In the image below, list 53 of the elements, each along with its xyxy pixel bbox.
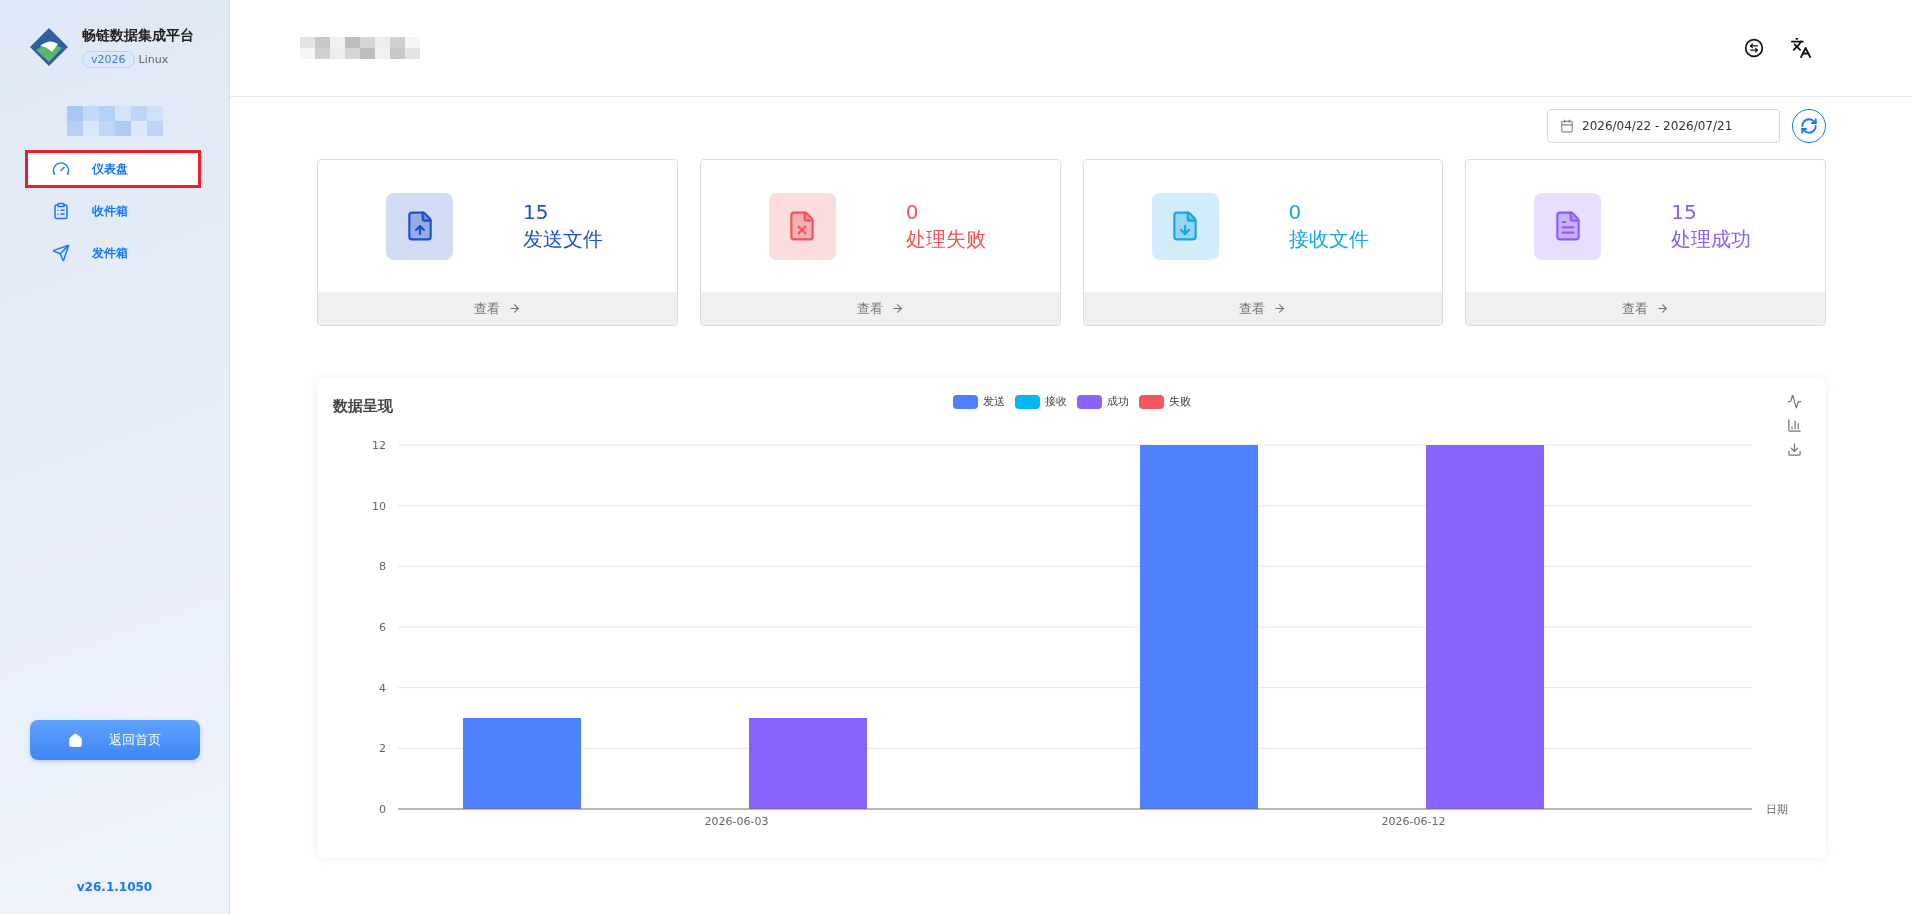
calendar-icon bbox=[1560, 119, 1574, 133]
y-tick-label: 6 bbox=[379, 621, 386, 634]
stat-label: 处理失败 bbox=[905, 225, 986, 253]
y-tick-label: 4 bbox=[379, 681, 386, 695]
bar-chart-icon[interactable] bbox=[1787, 418, 1802, 433]
arrow-right-icon bbox=[890, 302, 904, 315]
arrow-right-icon bbox=[507, 302, 521, 315]
x-tick-label: 2026-06-12 bbox=[1381, 815, 1446, 828]
y-tick-label: 10 bbox=[372, 499, 386, 513]
arrow-right-icon bbox=[1656, 302, 1670, 315]
legend-item[interactable]: 接收 bbox=[1014, 394, 1067, 409]
app-title: 畅链数据集成平台 bbox=[82, 26, 194, 45]
line-chart-icon[interactable] bbox=[1787, 394, 1802, 409]
stat-count: 0 bbox=[905, 199, 920, 224]
nav-item[interactable]: 发件箱 bbox=[25, 234, 201, 272]
stat-label: 处理成功 bbox=[1671, 225, 1752, 253]
refresh-button[interactable] bbox=[1792, 109, 1826, 143]
home-icon bbox=[68, 732, 83, 748]
view-link[interactable]: 查看 bbox=[856, 299, 904, 318]
nav-item[interactable]: 收件箱 bbox=[25, 192, 201, 230]
version-badge: v2026 bbox=[82, 50, 135, 68]
send-icon bbox=[52, 244, 70, 262]
legend-item[interactable]: 发送 bbox=[952, 394, 1005, 409]
x-tick-label: 2026-06-03 bbox=[704, 815, 769, 828]
refresh-icon bbox=[1800, 117, 1818, 135]
y-tick-label: 12 bbox=[372, 439, 386, 452]
inbox-icon bbox=[52, 202, 70, 220]
y-tick-label: 0 bbox=[379, 803, 386, 816]
x-axis-title: 日期 bbox=[1766, 803, 1788, 816]
view-link[interactable]: 查看 bbox=[1622, 299, 1670, 318]
translate-icon[interactable] bbox=[1790, 37, 1812, 59]
y-tick-label: 2 bbox=[379, 742, 386, 756]
home-button[interactable]: 返回首页 bbox=[29, 720, 200, 760]
logo-icon bbox=[28, 26, 70, 68]
download-icon[interactable] bbox=[1787, 442, 1802, 457]
date-range-field[interactable]: 2026/04/22 - 2026/07/21 bbox=[1547, 109, 1780, 143]
os-label: Linux bbox=[138, 52, 169, 66]
y-tick-label: 8 bbox=[379, 560, 386, 574]
legend-item[interactable]: 失败 bbox=[1138, 394, 1191, 409]
stat-count: 0 bbox=[1288, 199, 1303, 224]
app-version: v26.1.1050 bbox=[76, 880, 153, 894]
stat-count: 15 bbox=[523, 199, 550, 224]
arrow-right-icon bbox=[1273, 302, 1287, 315]
view-link[interactable]: 查看 bbox=[1239, 299, 1287, 318]
stat-label: 发送文件 bbox=[523, 225, 603, 253]
gauge-icon bbox=[52, 160, 70, 178]
stat-count: 15 bbox=[1671, 199, 1698, 224]
legend-item[interactable]: 成功 bbox=[1076, 394, 1129, 409]
chart-title: 数据呈现 bbox=[333, 396, 393, 416]
stat-label: 接收文件 bbox=[1288, 225, 1369, 253]
switch-icon[interactable] bbox=[1744, 38, 1764, 58]
nav-item[interactable]: 仪表盘 bbox=[25, 150, 201, 188]
view-link[interactable]: 查看 bbox=[473, 299, 521, 318]
